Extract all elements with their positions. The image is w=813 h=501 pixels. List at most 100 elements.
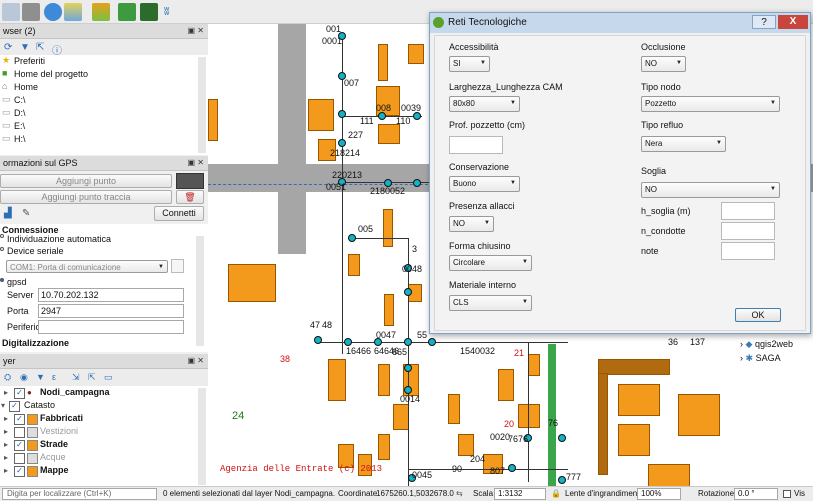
layer-checkbox[interactable] — [14, 427, 25, 438]
network-node[interactable] — [404, 386, 412, 394]
browser-item[interactable]: ▭ E:\ — [0, 120, 208, 133]
add-track-point-button[interactable]: Aggiungi punto traccia — [0, 190, 172, 204]
collapse-icon[interactable]: ⇱ — [36, 42, 44, 53]
tipo-refluo-select[interactable]: Nera — [641, 136, 726, 152]
rotation-input[interactable]: 0.0 ° — [734, 488, 778, 500]
layer-item[interactable]: ▸ ✓ Mappe — [0, 464, 208, 477]
refresh-ports-button[interactable] — [171, 259, 184, 273]
browser-item[interactable]: ■ Home del progetto — [0, 68, 208, 81]
network-node[interactable] — [558, 434, 566, 442]
soglia-select[interactable]: NO — [641, 182, 780, 198]
browser-scrollbar[interactable] — [198, 57, 206, 153]
browser-item[interactable]: ▭ H:\ — [0, 133, 208, 146]
browser-item[interactable]: ⌂ Home — [0, 81, 208, 94]
close-button[interactable]: X — [778, 15, 808, 29]
zoom-icon[interactable] — [44, 3, 62, 21]
help-button[interactable]: ? — [752, 15, 776, 29]
network-node[interactable] — [404, 364, 412, 372]
gps-scrollbar[interactable] — [196, 236, 204, 346]
chart-icon[interactable]: ▟ — [4, 208, 12, 219]
note-input[interactable] — [721, 242, 775, 260]
network-node[interactable] — [338, 110, 346, 118]
measure-icon[interactable] — [64, 3, 82, 21]
layer-checkbox[interactable]: ✓ — [14, 440, 25, 451]
layer-checkbox[interactable]: ✓ — [14, 388, 25, 399]
browser-item[interactable]: ★ Preferiti — [0, 55, 208, 68]
coordinate-value[interactable]: 1675260.1,5032678.0 — [376, 487, 454, 501]
tipo-nodo-select[interactable]: Pozzetto — [641, 96, 780, 112]
layers-scrollbar[interactable] — [198, 388, 206, 485]
network-node[interactable] — [348, 234, 356, 242]
filter-expression-icon[interactable]: ε — [52, 372, 56, 382]
expand-arrow-icon[interactable]: ▸ — [4, 453, 13, 462]
coordinate-toggle-icon[interactable]: ⇆ — [456, 487, 463, 501]
forma-chiusino-select[interactable]: Circolare — [449, 255, 532, 271]
qgis2web-item[interactable]: › ◆ qgis2web — [740, 339, 793, 350]
panel-float-close-icon[interactable]: ▣ ✕ — [188, 354, 204, 368]
browser-item[interactable]: ▭ D:\ — [0, 107, 208, 120]
gps-color-swatch[interactable] — [176, 173, 204, 189]
delete-track-button[interactable]: 🗑 — [176, 190, 204, 204]
filter-icon[interactable]: ▼ — [36, 372, 45, 382]
larghezza-select[interactable]: 80x80 — [449, 96, 520, 112]
layer-item[interactable]: ▾ ✓ Catasto — [0, 399, 208, 412]
layer-checkbox[interactable]: ✓ — [9, 401, 20, 412]
network-node[interactable] — [378, 112, 386, 120]
refresh-icon[interactable]: ⟳ — [4, 42, 12, 53]
layer-checkbox[interactable] — [14, 453, 25, 464]
remove-layer-icon[interactable]: ▭ — [104, 372, 113, 383]
panel-float-close-icon[interactable]: ▣ ✕ — [188, 156, 204, 170]
browser-item[interactable]: ▭ C:\ — [0, 94, 208, 107]
network-node[interactable] — [344, 338, 352, 346]
magnifier-input[interactable]: 100% — [637, 488, 681, 500]
network-node[interactable] — [338, 139, 346, 147]
prof-pozzetto-input[interactable] — [449, 136, 503, 154]
connect-button[interactable]: Connetti — [154, 206, 204, 221]
render-checkbox[interactable] — [783, 490, 791, 498]
network-node[interactable] — [558, 476, 566, 484]
visibility-icon[interactable]: ◉ — [20, 372, 28, 383]
network-node[interactable] — [404, 338, 412, 346]
expand-arrow-icon[interactable]: ▸ — [4, 388, 13, 397]
panel-float-close-icon[interactable]: ▣ ✕ — [188, 24, 204, 38]
layer-item[interactable]: ▸ ✓ Strade — [0, 438, 208, 451]
locator-input[interactable]: Digita per localizzare (Ctrl+K) — [2, 488, 157, 500]
expand-arrow-icon[interactable]: ▸ — [4, 427, 13, 436]
wrench-icon[interactable]: ✎ — [22, 208, 30, 219]
materiale-interno-select[interactable]: CLS — [449, 295, 532, 311]
layer-item[interactable]: ▸ Acque — [0, 451, 208, 464]
presenza-allacci-select[interactable]: NO — [449, 216, 494, 232]
add-layer-icon[interactable] — [2, 3, 20, 21]
port-input[interactable]: 2947 — [38, 304, 184, 318]
binocular-icon[interactable] — [140, 3, 158, 21]
serial-device-radio[interactable] — [0, 247, 4, 251]
saga-item[interactable]: › ✱ SAGA — [740, 353, 781, 364]
plugin-green-icon[interactable] — [118, 3, 136, 21]
network-node[interactable] — [314, 336, 322, 344]
network-node[interactable] — [428, 338, 436, 346]
network-node[interactable] — [413, 112, 421, 120]
network-node[interactable] — [404, 288, 412, 296]
collapse-all-icon[interactable]: ⇱ — [88, 372, 96, 383]
style-icon[interactable]: ⛭ — [4, 372, 11, 383]
layer-item[interactable]: ▸ ✓ Fabbricati — [0, 412, 208, 425]
lock-scale-icon[interactable]: 🔒 — [551, 487, 561, 501]
expand-all-icon[interactable]: ⇲ — [72, 372, 80, 383]
network-node[interactable] — [413, 179, 421, 187]
serial-port-select[interactable]: COM1: Porta di comunicazione — [6, 260, 168, 274]
h-soglia-input[interactable] — [721, 202, 775, 220]
auto-detect-radio[interactable] — [0, 234, 4, 238]
filter-icon[interactable]: ▼ — [20, 42, 30, 53]
layer-checkbox[interactable]: ✓ — [14, 466, 25, 477]
signal-icon[interactable]: ʬ — [164, 3, 174, 21]
add-point-button[interactable]: Aggiungi punto — [0, 174, 172, 188]
expand-arrow-icon[interactable]: ▸ — [4, 414, 13, 423]
conservazione-select[interactable]: Buono — [449, 176, 520, 192]
device-input[interactable] — [38, 320, 184, 334]
ok-button[interactable]: OK — [735, 308, 781, 322]
server-input[interactable]: 10.70.202.132 — [38, 288, 184, 302]
layer-checkbox[interactable]: ✓ — [14, 414, 25, 425]
expand-arrow-icon[interactable]: ▸ — [4, 466, 13, 475]
accessibilita-select[interactable]: SI — [449, 56, 490, 72]
scale-select[interactable]: 1:3132 — [494, 488, 546, 500]
